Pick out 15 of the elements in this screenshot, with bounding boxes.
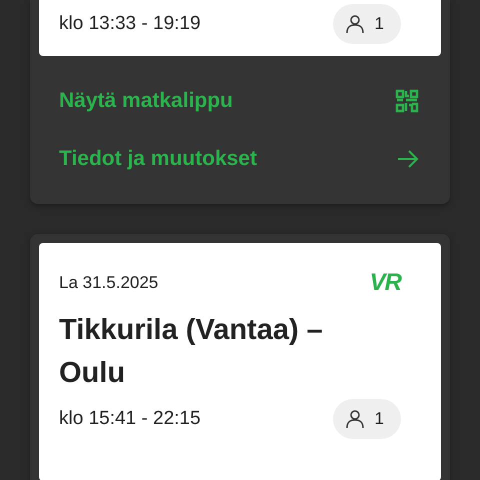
trip-date: La 31.5.2025 <box>59 273 158 293</box>
ticket-card[interactable]: klo 13:33 - 19:19 1 <box>39 0 441 56</box>
person-icon <box>344 409 365 429</box>
trip-time: klo 15:41 - 22:15 <box>59 408 201 430</box>
passenger-count: 1 <box>374 14 384 34</box>
person-icon <box>344 14 365 34</box>
action-link[interactable]: Tiedot ja muutokset <box>59 130 419 188</box>
action-link[interactable]: Näytä matkalippu <box>59 72 419 130</box>
passenger-count: 1 <box>374 409 384 429</box>
arrow-right-icon <box>397 149 419 169</box>
qr-code-icon <box>395 89 419 113</box>
operator-logo: VR <box>370 269 401 297</box>
trip-time: klo 13:33 - 19:19 <box>59 13 201 35</box>
ticket-card[interactable]: La 31.5.2025 VR Tikkurila (Vantaa) – Oulu klo 15:41 - 22:15 1 <box>39 243 441 480</box>
route-title: Tikkurila (Vantaa) – Oulu <box>59 313 324 391</box>
